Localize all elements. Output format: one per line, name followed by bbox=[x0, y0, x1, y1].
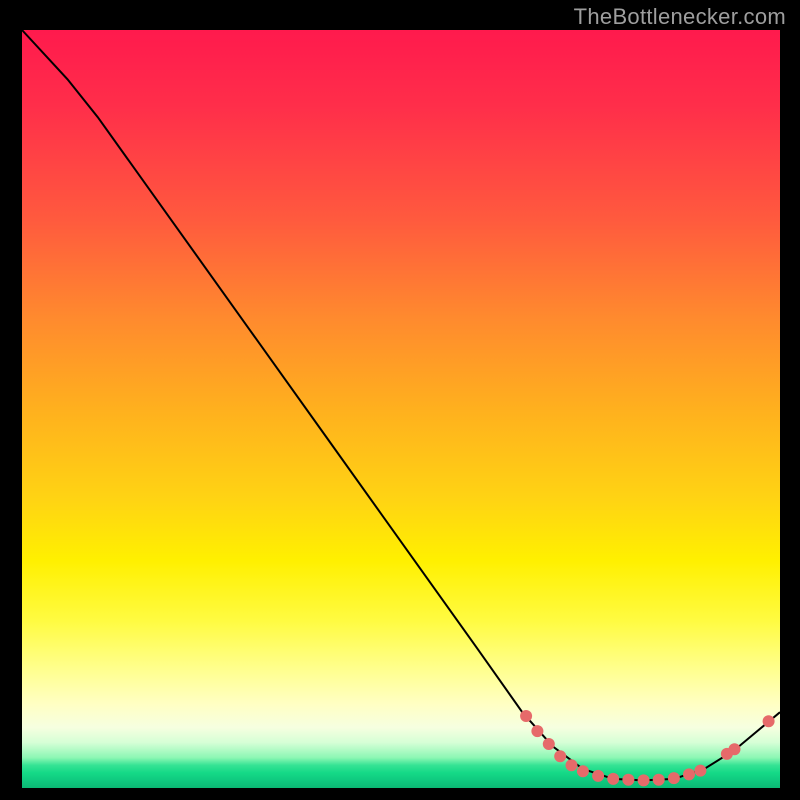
data-dot bbox=[653, 774, 665, 786]
data-dot bbox=[763, 715, 775, 727]
chart-stage: TheBottlenecker.com bbox=[0, 0, 800, 800]
data-dot bbox=[554, 750, 566, 762]
data-dot bbox=[729, 743, 741, 755]
curve-layer bbox=[0, 0, 800, 800]
data-dot bbox=[683, 768, 695, 780]
data-dot bbox=[668, 772, 680, 784]
data-dot bbox=[694, 765, 706, 777]
data-dot bbox=[566, 759, 578, 771]
bottleneck-curve bbox=[22, 30, 780, 780]
data-dot bbox=[520, 710, 532, 722]
data-dot bbox=[622, 774, 634, 786]
dot-group bbox=[520, 710, 775, 786]
data-dot bbox=[607, 773, 619, 785]
data-dot bbox=[543, 738, 555, 750]
data-dot bbox=[577, 765, 589, 777]
watermark-text: TheBottlenecker.com bbox=[574, 4, 786, 30]
data-dot bbox=[592, 770, 604, 782]
data-dot bbox=[531, 725, 543, 737]
data-dot bbox=[638, 774, 650, 786]
